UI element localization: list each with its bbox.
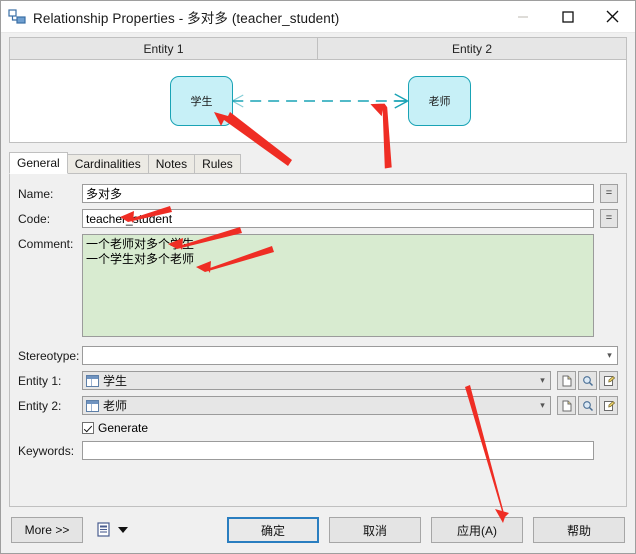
- maximize-button[interactable]: [545, 2, 590, 32]
- entity1-combo[interactable]: 学生 ▾: [82, 371, 551, 390]
- ok-button[interactable]: 确定: [227, 517, 319, 543]
- magnifier-icon[interactable]: [578, 371, 597, 390]
- relationship-icon: [8, 8, 26, 25]
- entity2-row: Entity 2: 老师 ▾: [18, 396, 618, 415]
- minimize-button[interactable]: [500, 2, 545, 32]
- tab-strip: General Cardinalities Notes Rules: [9, 152, 627, 174]
- entity1-header: Entity 1: [9, 37, 318, 59]
- name-label: Name:: [18, 187, 54, 201]
- apply-button[interactable]: 应用(A): [431, 517, 523, 543]
- tab-rules[interactable]: Rules: [194, 154, 241, 173]
- entity-box-left[interactable]: 学生: [170, 76, 233, 126]
- code-equals-button[interactable]: =: [600, 209, 618, 228]
- name-row: Name: =: [18, 184, 618, 203]
- table-icon: [86, 399, 99, 412]
- comment-textarea[interactable]: 一个老师对多个学生 一个学生对多个老师: [82, 234, 594, 337]
- stereotype-combo[interactable]: ▾: [82, 346, 618, 365]
- keywords-label: Keywords:: [18, 444, 75, 458]
- generate-label: Generate: [98, 421, 149, 435]
- relationship-properties-dialog: Relationship Properties - 多对多 (teacher_s…: [0, 0, 636, 554]
- tab-general-label: General: [17, 156, 60, 170]
- report-icon[interactable]: [95, 521, 113, 539]
- keywords-input[interactable]: [82, 441, 594, 460]
- name-input[interactable]: [82, 184, 594, 203]
- stereotype-row: Stereotype: ▾: [18, 346, 618, 365]
- keywords-row: Keywords:: [18, 441, 618, 460]
- entity1-side-buttons: [555, 371, 618, 390]
- entity1-value: 学生: [103, 374, 128, 388]
- magnifier-icon[interactable]: [578, 396, 597, 415]
- entity2-value: 老师: [103, 399, 128, 413]
- window-title: Relationship Properties - 多对多 (teacher_s…: [33, 10, 340, 26]
- cancel-button[interactable]: 取消: [329, 517, 421, 543]
- chevron-down-icon: ▾: [540, 375, 545, 385]
- relationship-preview: Entity 1 Entity 2 学生 老师: [9, 37, 627, 143]
- entity-box-right-label: 老师: [428, 96, 451, 108]
- entity-header-strip: Entity 1 Entity 2: [9, 37, 627, 59]
- close-button[interactable]: [590, 2, 635, 32]
- dialog-footer: More >> 确定 取消 应用(A) 帮助: [1, 507, 635, 553]
- new-document-icon[interactable]: [557, 371, 576, 390]
- tab-cardinalities-label: Cardinalities: [74, 157, 141, 171]
- tab-cardinalities[interactable]: Cardinalities: [66, 154, 149, 173]
- code-label: Code:: [18, 212, 51, 226]
- generate-checkbox[interactable]: [82, 422, 94, 434]
- more-button[interactable]: More >>: [11, 517, 83, 543]
- entity2-header: Entity 2: [318, 37, 627, 59]
- diagram-canvas[interactable]: 学生 老师: [9, 59, 627, 143]
- chevron-down-icon: ▾: [540, 400, 545, 410]
- relationship-link: [232, 93, 409, 109]
- comment-row: Comment: 一个老师对多个学生 一个学生对多个老师: [18, 234, 618, 340]
- comment-label: Comment:: [18, 237, 74, 251]
- help-button[interactable]: 帮助: [533, 517, 625, 543]
- tab-notes[interactable]: Notes: [147, 154, 196, 173]
- entity1-label: Entity 1:: [18, 374, 62, 388]
- tab-general[interactable]: General: [9, 152, 68, 174]
- tab-notes-label: Notes: [155, 157, 188, 171]
- name-equals-button[interactable]: =: [600, 184, 618, 203]
- code-input[interactable]: [82, 209, 594, 228]
- entity2-label: Entity 2:: [18, 399, 62, 413]
- entity2-combo[interactable]: 老师 ▾: [82, 396, 551, 415]
- entity-box-left-label: 学生: [190, 96, 213, 108]
- edit-document-icon[interactable]: [599, 371, 618, 390]
- caret-down-icon[interactable]: [118, 527, 128, 533]
- title-bar: Relationship Properties - 多对多 (teacher_s…: [1, 1, 635, 33]
- edit-document-icon[interactable]: [599, 396, 618, 415]
- entity-box-right[interactable]: 老师: [408, 76, 471, 126]
- table-icon: [86, 374, 99, 387]
- generate-checkbox-row[interactable]: Generate: [82, 421, 618, 435]
- chevron-down-icon: ▾: [607, 350, 612, 360]
- general-tab-panel: Name: = Code: = Comment: 一个老师对多个学生 一个学生对…: [9, 174, 627, 507]
- stereotype-label: Stereotype:: [18, 349, 80, 363]
- tab-rules-label: Rules: [202, 157, 233, 171]
- entity2-side-buttons: [555, 396, 618, 415]
- entity1-row: Entity 1: 学生 ▾: [18, 371, 618, 390]
- code-row: Code: =: [18, 209, 618, 228]
- new-document-icon[interactable]: [557, 396, 576, 415]
